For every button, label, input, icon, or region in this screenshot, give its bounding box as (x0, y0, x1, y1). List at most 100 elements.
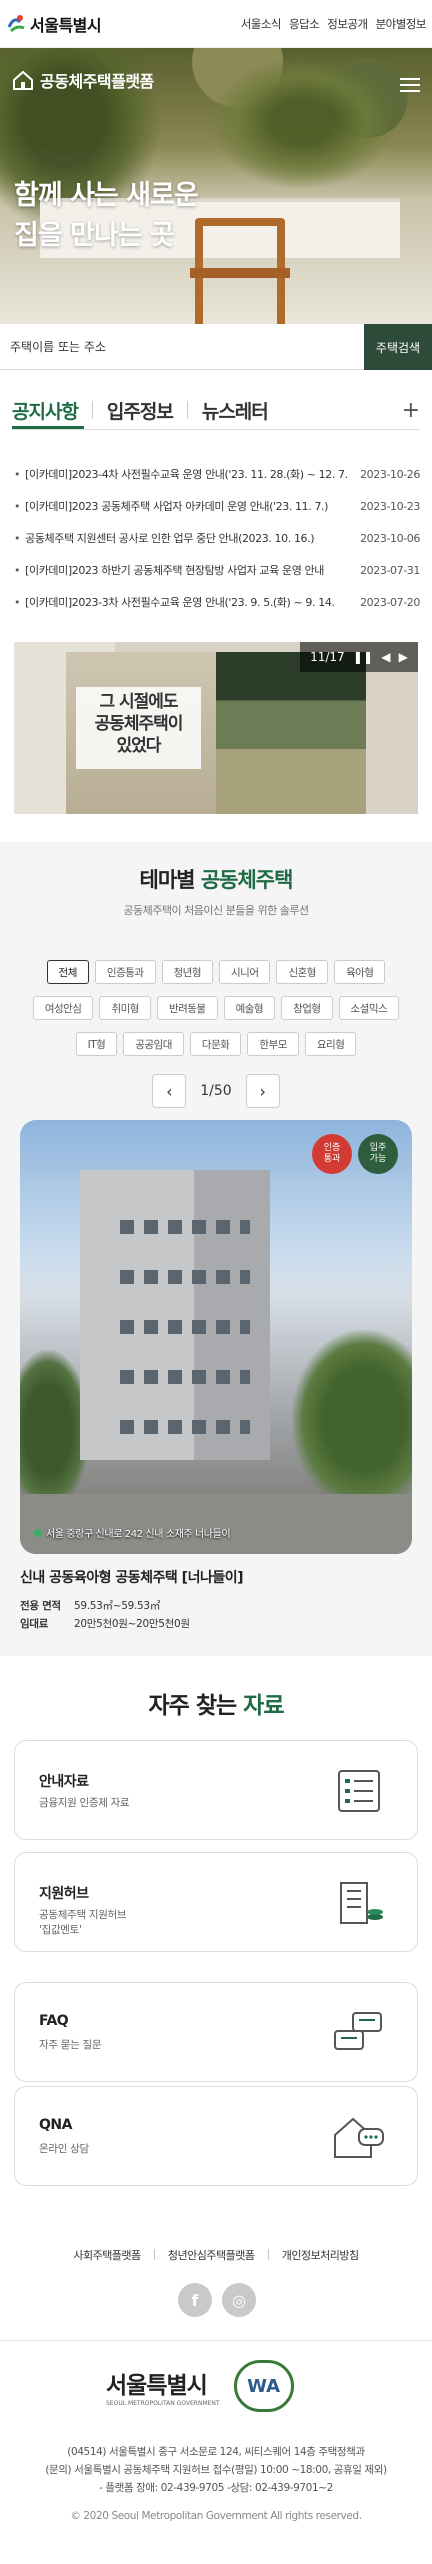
house-pager: ‹ 1/50 › (0, 1074, 432, 1108)
chip-childcare[interactable]: 육아형 (333, 960, 386, 984)
tab-notice[interactable]: 공지사항 (12, 397, 79, 424)
chip-women-safe[interactable]: 여성안심 (32, 996, 94, 1020)
photo-building (80, 1170, 270, 1460)
pause-icon[interactable]: ❚❚ (353, 650, 373, 664)
notice-title: [이카데미]2023 공동체주택 사업자 아카데미 운영 안내('23. 11.… (25, 500, 329, 513)
tab-divider (91, 401, 93, 419)
list-item[interactable]: • [이카데미]2023 하반기 공동체주택 현장탐방 사업자 교육 운영 안내 2… (14, 554, 420, 586)
tab-move-in-info[interactable]: 입주정보 (107, 397, 174, 424)
chip-senior[interactable]: 시니어 (219, 960, 271, 984)
chip-certified[interactable]: 인증통과 (94, 960, 156, 984)
hero-title: 함께 사는 새로운 집을 만나는 곳 (14, 176, 199, 256)
footer-link-youth-housing[interactable]: 청년안심주택플랫폼 (168, 2247, 255, 2263)
card-title: QNA (39, 2117, 72, 2133)
house-card-photo[interactable]: 인증 통과 입주 가능 서울 중랑구 신내로 242 신내 소재주 너나들이 (20, 1120, 412, 1554)
chip-hobby[interactable]: 취미형 (99, 996, 151, 1020)
card-desc: 공동체주택 지원허브 '집값멘토' (39, 1908, 127, 1938)
rent-value: 20만5천0원~20만5천0원 (74, 1618, 190, 1630)
bullet: • (14, 531, 21, 545)
footer-copyright: © 2020 Seoul Metropolitan Government All… (70, 2510, 362, 2522)
building-windows (120, 1420, 250, 1434)
chip-art[interactable]: 예술형 (223, 996, 276, 1020)
notice-date: 2023-07-31 (360, 563, 420, 577)
area-label: 전용 면적 (20, 1600, 61, 1612)
card-desc: 금융지원 인증제 자료 (39, 1797, 130, 1809)
promo-banner[interactable]: 그 시절에도 공동체주택이 있었다 11/17 ❚❚ ◀ ▶ (14, 642, 418, 814)
platform-brand[interactable]: 공동체주택플랫폼 (12, 68, 154, 92)
list-item[interactable]: • [이카데미]2023-3차 사전필수교육 운영 안내('23. 9. 5.(화… (14, 586, 420, 618)
building-windows (120, 1220, 250, 1234)
chip-all[interactable]: 전체 (46, 960, 89, 984)
hero-title-line: 함께 사는 새로운 (14, 180, 199, 211)
instagram-icon[interactable]: ◎ (222, 2283, 256, 2317)
hero-banner: 공동체주택플랫폼 함께 사는 새로운 집을 만나는 곳 (0, 48, 432, 324)
notice-title: [이카데미]2023-4차 사전필수교육 운영 안내('23. 11. 28.(… (25, 468, 348, 481)
notice-title: [이카데미]2023-3차 사전필수교육 운영 안내('23. 9. 5.(화)… (25, 596, 335, 609)
banner-pager: 11/17 ❚❚ ◀ ▶ (300, 642, 418, 672)
caption-text: 서울 중랑구 신내로 242 신내 소재주 너나들이 (46, 1529, 231, 1540)
title-accent: 자료 (243, 1693, 284, 1719)
list-item[interactable]: • [이카데미]2023-4차 사전필수교육 운영 안내('23. 11. 28.… (14, 458, 420, 490)
chip-it[interactable]: IT형 (75, 1032, 118, 1056)
building-windows (120, 1370, 250, 1384)
chip-newlywed[interactable]: 신혼형 (276, 960, 328, 984)
chip-row: IT형 공공임대 다문화 한부모 요리형 (20, 1032, 412, 1056)
chip-pet[interactable]: 반려동물 (156, 996, 218, 1020)
hero-title-line: 집을 만나는 곳 (14, 220, 175, 251)
chip-social-mix[interactable]: 소셜믹스 (338, 996, 400, 1020)
card-desc-line: 공동체주택 지원허브 (39, 1909, 127, 1921)
photo-caption: 서울 중랑구 신내로 242 신내 소재주 너나들이 (34, 1525, 231, 1540)
chip-startup[interactable]: 창업형 (281, 996, 333, 1020)
faq-card-faq[interactable]: FAQ 자주 묻는 질문 (14, 1982, 418, 2082)
card-title: FAQ (39, 2013, 69, 2029)
tab-active-underline (12, 426, 84, 429)
photo-trees (292, 1330, 412, 1510)
nav-field-info[interactable]: 분야별정보 (376, 16, 427, 32)
house-name[interactable]: 신내 공동육아형 공동체주택 [너나들이] (20, 1567, 244, 1587)
notice-date: 2023-10-26 (360, 467, 420, 481)
notice-title: 공동체주택 지원센터 공사로 인한 업무 중단 안내(2023. 10. 16.… (25, 532, 315, 545)
seoul-logo-icon (7, 14, 25, 32)
title-prefix: 자주 찾는 (148, 1693, 244, 1719)
chip-public-rental[interactable]: 공공임대 (123, 1032, 184, 1056)
nav-seoul-news[interactable]: 서울소식 (241, 16, 282, 32)
house-icon (13, 70, 33, 90)
area-value: 59.53㎡~59.53㎡ (74, 1600, 161, 1612)
house-rent: 임대료 20만5천0원~20만5천0원 (20, 1616, 190, 1631)
prev-button[interactable]: ‹ (152, 1074, 187, 1108)
seoul-logo[interactable]: 서울특별시 (6, 12, 102, 36)
footer-link-social-housing[interactable]: 사회주택플랫폼 (73, 2247, 141, 2263)
plus-icon[interactable]: + (402, 398, 420, 423)
faq-card-guide[interactable]: 안내자료 금융지원 인증제 자료 (14, 1740, 418, 1840)
hero-chair-seat (190, 268, 290, 278)
search-input[interactable] (0, 324, 364, 369)
tab-newsletter[interactable]: 뉴스레터 (202, 397, 269, 424)
nav-info-open[interactable]: 정보공개 (327, 16, 368, 32)
prev-icon[interactable]: ◀ (381, 650, 390, 664)
faq-card-hub[interactable]: 지원허브 공동체주택 지원허브 '집값멘토' (14, 1852, 418, 1952)
facebook-icon[interactable]: f (178, 2283, 212, 2317)
next-icon[interactable]: ▶ (399, 650, 408, 664)
chip-cooking[interactable]: 요리형 (304, 1032, 357, 1056)
card-desc-line: '집값멘토' (39, 1924, 82, 1936)
faq-card-qna[interactable]: QNA 온라인 상담 (14, 2086, 418, 2186)
house-search: 주택검색 (0, 324, 432, 370)
logo-text: 서울특별시 (30, 15, 102, 35)
badge-text: 통과 (323, 1154, 341, 1164)
next-button[interactable]: › (245, 1074, 280, 1108)
chip-multicultural[interactable]: 다문화 (189, 1032, 242, 1056)
nav-response[interactable]: 응답소 (289, 16, 320, 32)
chip-single-parent[interactable]: 한부모 (247, 1032, 299, 1056)
top-bar: 서울특별시 서울소식 응답소 정보공개 분야별정보 (0, 0, 432, 48)
list-item[interactable]: • [이카데미]2023 공동체주택 사업자 아카데미 운영 안내('23. 11… (14, 490, 420, 522)
document-list-icon (338, 1770, 380, 1812)
title-accent: 공동체주택 (200, 868, 294, 892)
house-area: 전용 면적 59.53㎡~59.53㎡ (20, 1598, 160, 1613)
bullet: • (14, 563, 21, 577)
chip-youth[interactable]: 청년형 (161, 960, 213, 984)
list-item[interactable]: • 공동체주택 지원센터 공사로 인한 업무 중단 안내(2023. 10. 16… (14, 522, 420, 554)
search-button[interactable]: 주택검색 (364, 324, 432, 370)
footer-link-privacy[interactable]: 개인정보처리방침 (282, 2247, 359, 2263)
menu-icon[interactable] (400, 78, 420, 92)
notice-list: • [이카데미]2023-4차 사전필수교육 운영 안내('23. 11. 28.… (14, 458, 420, 618)
